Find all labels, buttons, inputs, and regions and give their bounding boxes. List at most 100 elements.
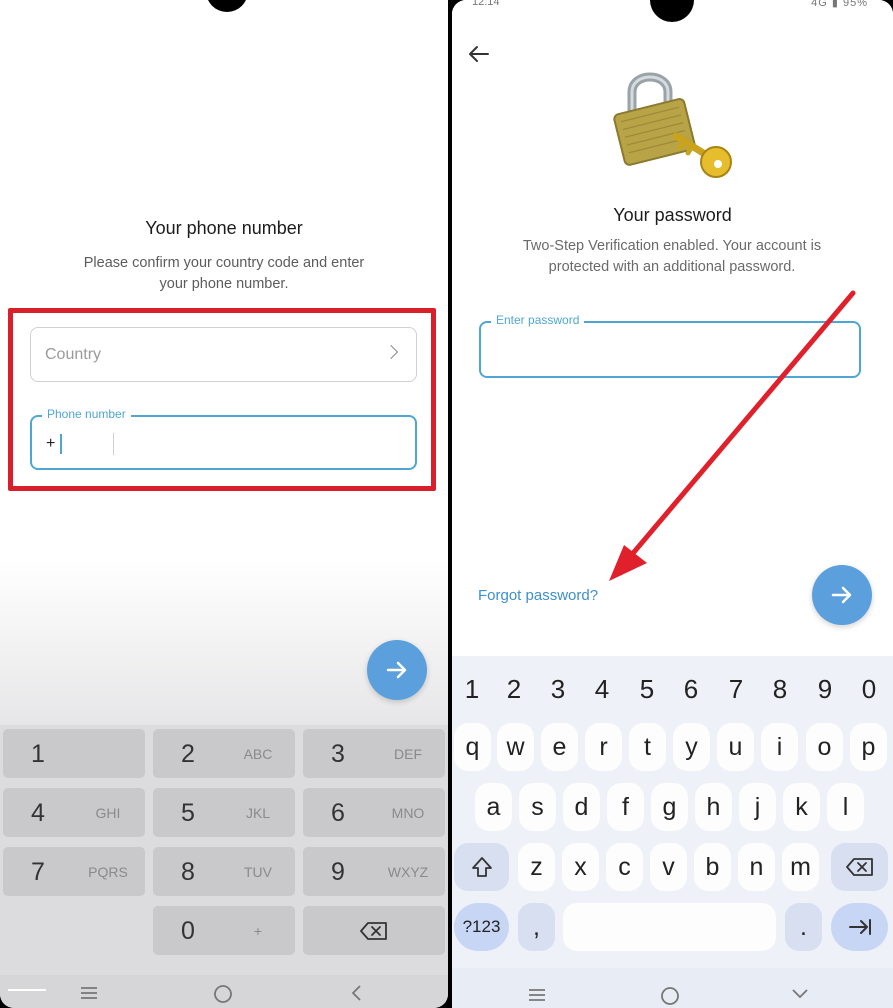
key-s[interactable]: s — [519, 783, 556, 831]
key-letters: ABC — [243, 746, 273, 762]
key-8[interactable]: 8 — [761, 665, 799, 713]
key-letters: TUV — [244, 864, 272, 880]
key-b[interactable]: b — [694, 843, 731, 891]
status-time: 12:14 — [472, 0, 500, 8]
key-x[interactable]: x — [562, 843, 599, 891]
padlock-key-icon — [613, 72, 732, 178]
backspace-key[interactable] — [831, 843, 888, 891]
key-0[interactable]: 0 + — [153, 906, 295, 955]
key-letters: PQRS — [88, 864, 128, 880]
key-w[interactable]: w — [497, 723, 534, 771]
system-nav-bar — [0, 975, 448, 1008]
key-r[interactable]: r — [585, 723, 622, 771]
battery-level: 95% — [842, 0, 868, 9]
key-j[interactable]: j — [739, 783, 776, 831]
key-3[interactable]: 3 — [539, 665, 577, 713]
key-2[interactable]: 2 ABC — [153, 729, 295, 778]
key-digit: 6 — [331, 799, 345, 827]
key-digit: 7 — [31, 858, 45, 886]
password-input[interactable]: Enter password — [479, 313, 861, 378]
key-i[interactable]: i — [761, 723, 798, 771]
phone-number-screen: Your phone number Please confirm your co… — [0, 0, 448, 1008]
key-k[interactable]: k — [783, 783, 820, 831]
forgot-password-link[interactable]: Forgot password? — [478, 587, 598, 604]
backspace-icon — [846, 858, 873, 876]
key-4[interactable]: 4 — [583, 665, 621, 713]
annotation-highlight-box — [8, 308, 436, 491]
key-f[interactable]: f — [607, 783, 644, 831]
key-d[interactable]: d — [563, 783, 600, 831]
key-m[interactable]: m — [782, 843, 819, 891]
shift-key[interactable] — [454, 843, 509, 891]
page-title: Your password — [613, 205, 732, 225]
key-l[interactable]: l — [827, 783, 864, 831]
key-e[interactable]: e — [541, 723, 578, 771]
key-2[interactable]: 2 — [495, 665, 533, 713]
tab-arrow-icon — [849, 919, 871, 935]
key-3[interactable]: 3 DEF — [303, 729, 445, 778]
back-icon[interactable] — [350, 985, 362, 1001]
symbols-key[interactable]: ?123 — [454, 903, 509, 951]
key-1[interactable]: 1 — [3, 729, 145, 778]
key-7[interactable]: 7 PQRS — [3, 847, 145, 896]
key-6[interactable]: 6 MNO — [303, 788, 445, 837]
chevron-down-icon[interactable] — [791, 988, 809, 1000]
password-label: Enter password — [491, 313, 585, 327]
key-digit: 5 — [181, 799, 195, 827]
key-z[interactable]: z — [518, 843, 555, 891]
menu-icon[interactable] — [528, 988, 546, 1002]
key-g[interactable]: g — [651, 783, 688, 831]
camera-notch — [650, 0, 694, 22]
key-t[interactable]: t — [629, 723, 666, 771]
key-digit: 2 — [181, 740, 195, 768]
key-5[interactable]: 5 JKL — [153, 788, 295, 837]
backspace-key[interactable] — [303, 906, 445, 955]
page-subtitle: Please confirm your country code and ent… — [83, 255, 365, 292]
key-6[interactable]: 6 — [672, 665, 710, 713]
key-n[interactable]: n — [738, 843, 775, 891]
menu-icon[interactable] — [80, 986, 98, 1000]
key-7[interactable]: 7 — [717, 665, 755, 713]
page-title: Your phone number — [145, 218, 303, 238]
next-button[interactable] — [812, 565, 872, 625]
qwerty-keyboard: 1 2 3 4 5 6 7 8 9 0 q w e r t y u i o p … — [452, 656, 893, 971]
key-letters: MNO — [391, 805, 425, 821]
key-a[interactable]: a — [475, 783, 512, 831]
key-4[interactable]: 4 GHI — [3, 788, 145, 837]
backspace-icon — [360, 922, 387, 940]
home-icon[interactable] — [660, 986, 680, 1006]
arrow-left-icon[interactable] — [466, 44, 490, 64]
key-digit: 9 — [331, 858, 345, 886]
key-9[interactable]: 9 WXYZ — [303, 847, 445, 896]
key-5[interactable]: 5 — [628, 665, 666, 713]
enter-key[interactable] — [831, 903, 888, 951]
key-y[interactable]: y — [673, 723, 710, 771]
period-key[interactable]: . — [785, 903, 822, 951]
key-1[interactable]: 1 — [453, 665, 491, 713]
key-q[interactable]: q — [454, 723, 491, 771]
next-button[interactable] — [367, 640, 427, 700]
key-o[interactable]: o — [806, 723, 843, 771]
password-screen: 12:14 4G ▮ 95% Your password Two-Step Ve… — [452, 0, 893, 1008]
key-h[interactable]: h — [695, 783, 732, 831]
key-letters: JKL — [245, 805, 271, 821]
key-0[interactable]: 0 — [850, 665, 888, 713]
system-nav-bar — [452, 968, 893, 1008]
home-icon[interactable] — [213, 984, 233, 1004]
status-icons: 4G ▮ 95% — [811, 0, 868, 9]
key-u[interactable]: u — [717, 723, 754, 771]
comma-key[interactable]: , — [518, 903, 555, 951]
key-9[interactable]: 9 — [806, 665, 844, 713]
numeric-keypad: 1 2 ABC 3 DEF 4 GHI 5 JKL 6 MNO 7 PQRS 8 TUV 9 W… — [0, 725, 448, 975]
space-key[interactable] — [563, 903, 776, 951]
key-digit: 3 — [331, 740, 345, 768]
key-letters: + — [253, 923, 263, 939]
key-8[interactable]: 8 TUV — [153, 847, 295, 896]
key-v[interactable]: v — [650, 843, 687, 891]
shift-icon — [472, 857, 492, 877]
key-letters: GHI — [95, 805, 121, 821]
key-c[interactable]: c — [606, 843, 643, 891]
key-p[interactable]: p — [850, 723, 887, 771]
key-digit: 1 — [31, 740, 45, 768]
gesture-hint-line — [8, 989, 46, 991]
